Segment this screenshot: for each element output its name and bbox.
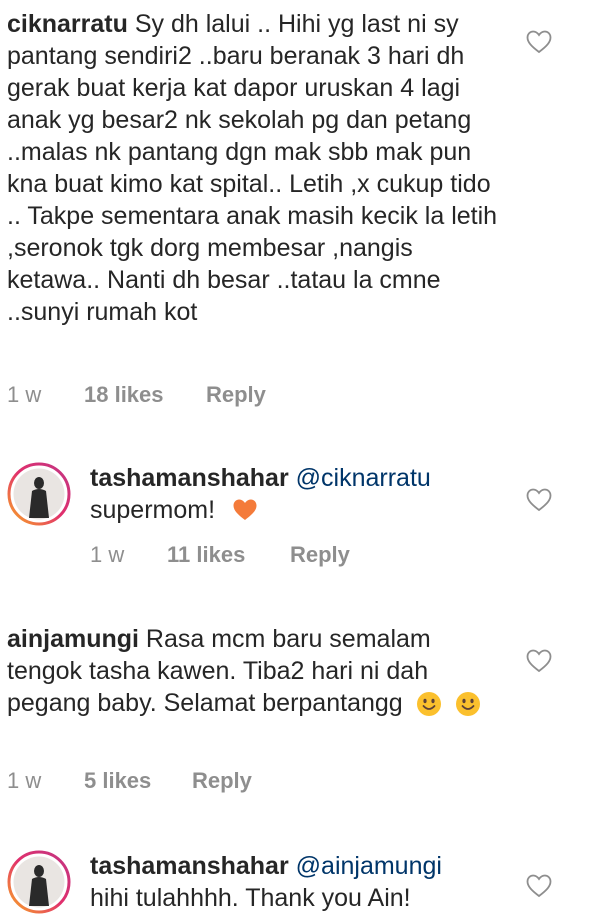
like-heart-icon[interactable] (526, 488, 552, 512)
mention-link[interactable]: @ciknarratu (296, 464, 431, 492)
comment-username[interactable]: ainjamungi (7, 625, 139, 653)
reply-button[interactable]: Reply (192, 768, 252, 794)
like-heart-icon[interactable] (526, 649, 552, 673)
reply-button[interactable]: Reply (206, 382, 266, 408)
comment-text: supermom! (90, 496, 216, 524)
comment-text: hihi tulahhhh. Thank you Ain! (90, 884, 411, 912)
likes-count[interactable]: 11 likes (167, 542, 245, 568)
avatar[interactable] (7, 850, 71, 914)
comment-age: 1 w (7, 382, 42, 407)
smiley-icon (416, 692, 441, 716)
comment-body: ciknarratu Sy dh lalui .. Hihi yg last n… (7, 8, 507, 328)
orange-heart-icon (233, 499, 257, 520)
comment-body: ainjamungi Rasa mcm baru semalam tengok … (7, 623, 497, 719)
comment-meta: 1 w 18 likes Reply (0, 382, 595, 412)
likes-count[interactable]: 5 likes (84, 768, 151, 794)
comment-meta: 1 w 5 likes Reply (0, 768, 595, 798)
comment-username[interactable]: tashamanshahar (90, 464, 289, 492)
like-heart-icon[interactable] (526, 874, 552, 898)
comment-username[interactable]: ciknarratu (7, 10, 128, 38)
comment-age: 1 w (90, 542, 125, 567)
comment-text: Sy dh lalui .. Hihi yg last ni sy pantan… (7, 10, 498, 326)
like-heart-icon[interactable] (526, 30, 552, 54)
comment-username[interactable]: tashamanshahar (90, 852, 289, 880)
mention-link[interactable]: @ainjamungi (296, 852, 442, 880)
comment-age: 1 w (7, 768, 42, 793)
comment-body: tashamanshahar @ainjamungi hihi tulahhhh… (90, 850, 520, 914)
comment-body: tashamanshahar @ciknarratu supermom! (90, 462, 520, 526)
likes-count[interactable]: 18 likes (84, 382, 164, 408)
comment-meta: 1 w 11 likes Reply (0, 542, 595, 572)
reply-button[interactable]: Reply (290, 542, 350, 568)
avatar[interactable] (7, 462, 71, 526)
smiley-icon (455, 692, 480, 716)
